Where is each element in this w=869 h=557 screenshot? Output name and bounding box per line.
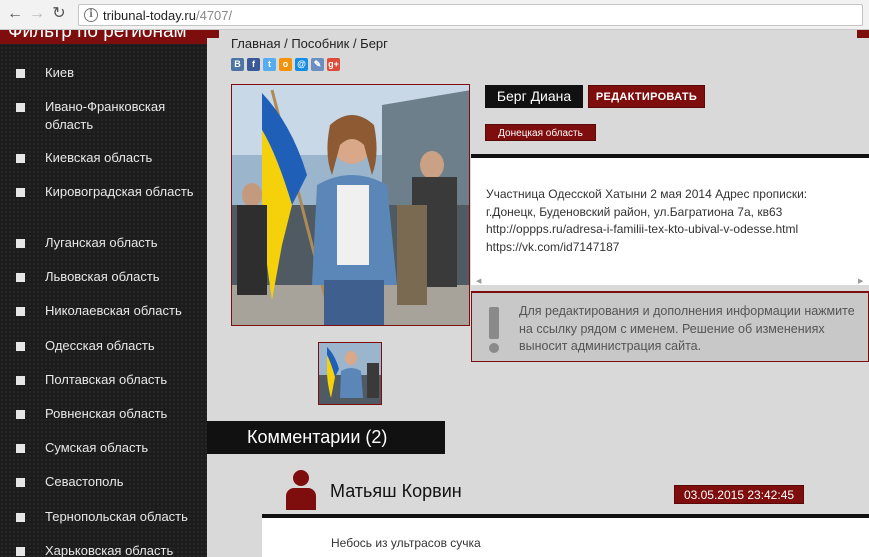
exclamation-icon (485, 303, 503, 355)
sidebar-region-label: Киевская область (45, 150, 153, 165)
scroll-left-icon[interactable]: ◀ (476, 277, 481, 285)
sidebar-region-label: Ровненская область (45, 406, 168, 421)
sidebar-region-label: Полтавская область (45, 372, 168, 387)
sidebar-region-label: Львовская область (45, 269, 160, 284)
reload-icon[interactable]: ↻ (50, 5, 68, 23)
sidebar-region-label: Кировоградская область (45, 184, 194, 199)
comments-header: Комментарии (2) (207, 421, 445, 454)
scroll-right-icon[interactable]: ▶ (858, 277, 863, 285)
main-content: Главная / Пособник / Берг Вftо@✎g+ (207, 30, 869, 557)
header-edge (857, 30, 869, 38)
back-arrow-icon[interactable]: ← (6, 5, 24, 23)
square-bullet-icon (16, 154, 25, 163)
square-bullet-icon (16, 273, 25, 282)
user-avatar-icon (285, 470, 317, 512)
comment-author: Матьяш Корвин (330, 481, 462, 501)
square-bullet-icon (16, 478, 25, 487)
vk-icon[interactable]: В (231, 58, 244, 71)
sidebar-region-label: Одесская область (45, 338, 155, 353)
sidebar-region-label: Харьковская область (45, 543, 174, 557)
photo-image (232, 85, 469, 325)
notice-text: Для редактирования и дополнения информац… (519, 304, 855, 353)
thumbnail-image (319, 343, 381, 404)
url-text: tribunal-today.ru/4707/ (103, 8, 233, 23)
square-bullet-icon (16, 444, 25, 453)
edit-button[interactable]: РЕДАКТИРОВАТЬ (588, 85, 705, 108)
region-filter-sidebar: Фильтр по регионам Киев Ивано-Франковская… (0, 30, 207, 557)
mail-icon[interactable]: @ (295, 58, 308, 71)
square-bullet-icon (16, 103, 25, 112)
sidebar-region-label: Тернопольская область (45, 509, 188, 524)
livejournal-icon[interactable]: ✎ (311, 58, 324, 71)
profile-photo[interactable] (231, 84, 470, 326)
sidebar-region-label: Луганская область (45, 235, 158, 250)
square-bullet-icon (16, 239, 25, 248)
google-plus-icon[interactable]: g+ (327, 58, 340, 71)
description-text: Участница Одесской Хатыни 2 мая 2014 Адр… (486, 187, 808, 254)
address-bar[interactable]: i tribunal-today.ru/4707/ (78, 4, 863, 26)
square-bullet-icon (16, 376, 25, 385)
edit-notice: Для редактирования и дополнения информац… (471, 291, 869, 362)
breadcrumb[interactable]: Главная / Пособник / Берг (231, 36, 388, 51)
square-bullet-icon (16, 547, 25, 556)
sidebar-region-label: Севастополь (45, 474, 124, 489)
comment-text: Небось из ультрасов сучка (331, 536, 481, 550)
sidebar-region-label: Николаевская область (45, 303, 182, 318)
info-icon[interactable]: i (84, 8, 98, 22)
sidebar-title: Фильтр по регионам (0, 30, 207, 44)
comment-body: Небось из ультрасов сучка (262, 514, 869, 557)
square-bullet-icon (16, 513, 25, 522)
profile-name: Берг Диана (485, 85, 583, 108)
forward-arrow-icon[interactable]: → (28, 5, 46, 23)
square-bullet-icon (16, 410, 25, 419)
odnoklassniki-icon[interactable]: о (279, 58, 292, 71)
region-tag[interactable]: Донецкая область (485, 124, 596, 141)
facebook-icon[interactable]: f (247, 58, 260, 71)
photo-thumbnail[interactable] (318, 342, 382, 405)
browser-toolbar: ← → ↻ i tribunal-today.ru/4707/ (0, 0, 869, 30)
description-panel: Участница Одесской Хатыни 2 мая 2014 Адр… (471, 154, 869, 285)
comment-date: 03.05.2015 23:42:45 (674, 485, 804, 504)
sidebar-region-label: Киев (45, 65, 74, 80)
header-edge (207, 30, 219, 38)
twitter-icon[interactable]: t (263, 58, 276, 71)
square-bullet-icon (16, 188, 25, 197)
square-bullet-icon (16, 307, 25, 316)
sidebar-region-label: Сумская область (45, 440, 149, 455)
sidebar-region-label: Ивано-Франковская область (45, 99, 166, 132)
square-bullet-icon (16, 69, 25, 78)
square-bullet-icon (16, 342, 25, 351)
